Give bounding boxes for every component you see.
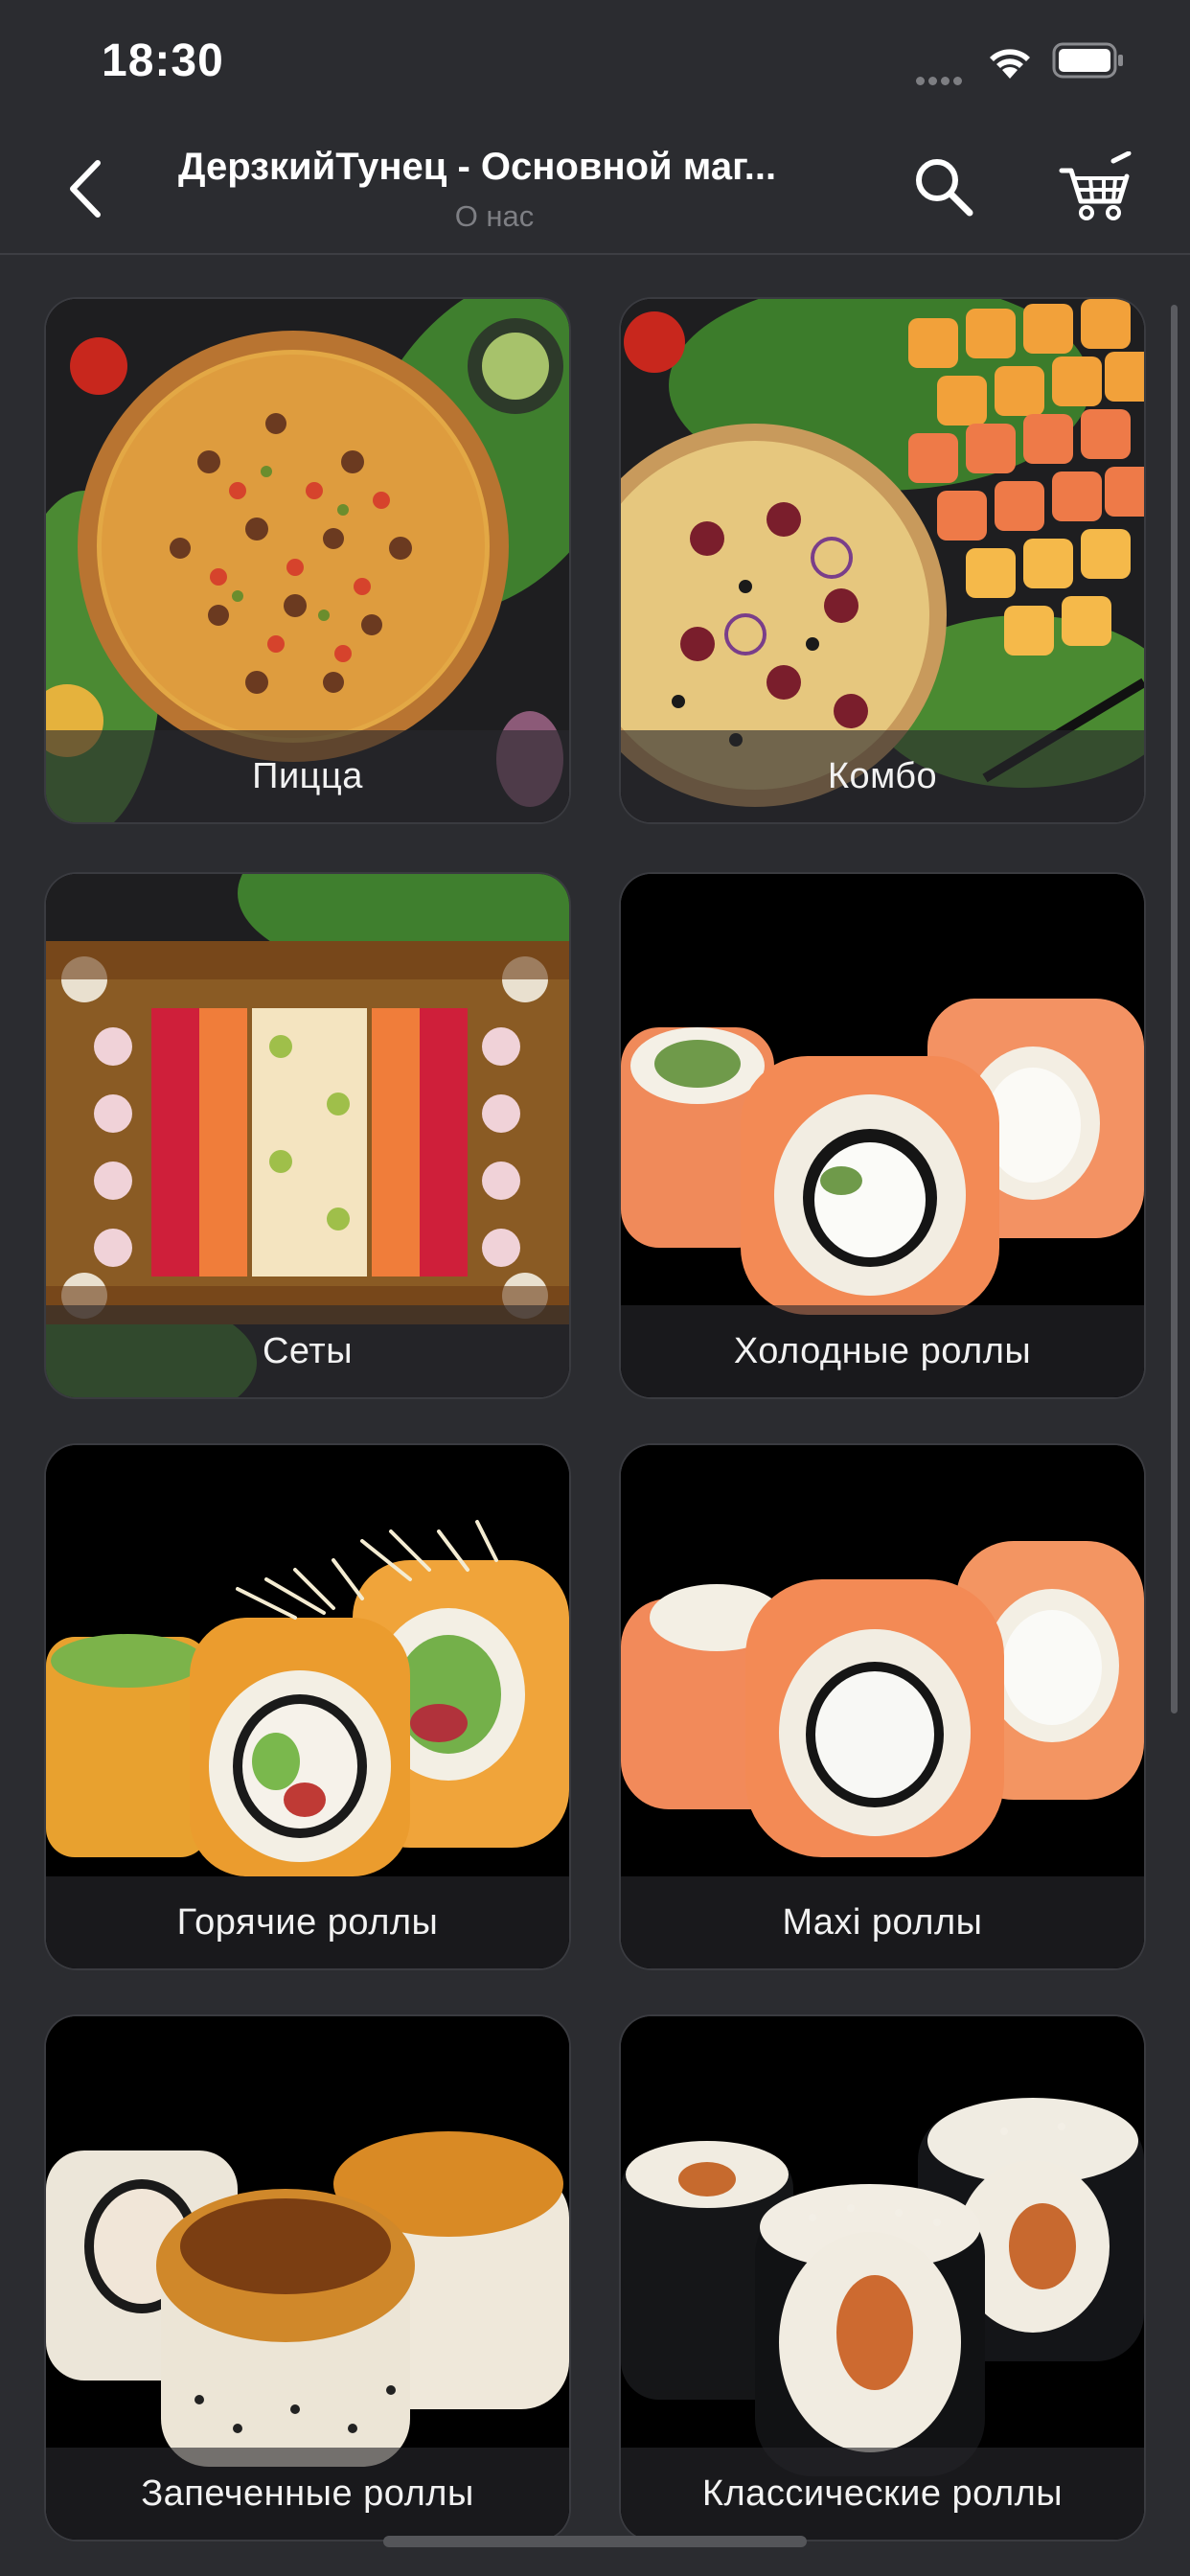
category-label: Запеченные роллы — [46, 2448, 569, 2540]
scrollbar[interactable] — [1171, 305, 1178, 1714]
category-card-combo[interactable]: Комбо — [621, 299, 1144, 822]
category-card-pizza[interactable]: Пицца — [46, 299, 569, 822]
category-label: Классические роллы — [621, 2448, 1144, 2540]
category-card-maxi-rolls[interactable]: Maxi роллы — [621, 1445, 1144, 1968]
category-label: Холодные роллы — [621, 1305, 1144, 1397]
back-chevron-icon[interactable] — [63, 155, 111, 222]
cart-icon[interactable] — [1058, 151, 1134, 222]
wifi-icon — [990, 49, 1030, 79]
category-label: Пицца — [46, 730, 569, 822]
category-card-classic-rolls[interactable]: Классические роллы — [621, 2016, 1144, 2540]
category-label: Комбо — [621, 730, 1144, 822]
category-label: Maxi роллы — [621, 1876, 1144, 1968]
signal-icon — [916, 73, 966, 90]
status-bar: 18:30 — [0, 0, 1190, 125]
category-card-baked-rolls[interactable]: Запеченные роллы — [46, 2016, 569, 2540]
category-card-cold-rolls[interactable]: Холодные роллы — [621, 874, 1144, 1397]
category-label: Сеты — [46, 1305, 569, 1397]
status-time: 18:30 — [102, 35, 224, 86]
page-title: ДерзкийТунец - Основной маг... — [178, 146, 777, 188]
home-indicator[interactable] — [383, 2536, 807, 2547]
battery-icon — [1052, 42, 1123, 79]
navigation-bar: ДерзкийТунец - Основной маг... О нас — [0, 125, 1190, 255]
category-card-hot-rolls[interactable]: Горячие роллы — [46, 1445, 569, 1968]
search-icon[interactable] — [910, 153, 977, 220]
category-label: Горячие роллы — [46, 1876, 569, 1968]
page-subtitle[interactable]: О нас — [178, 199, 849, 234]
category-card-sets[interactable]: Сеты — [46, 874, 569, 1397]
